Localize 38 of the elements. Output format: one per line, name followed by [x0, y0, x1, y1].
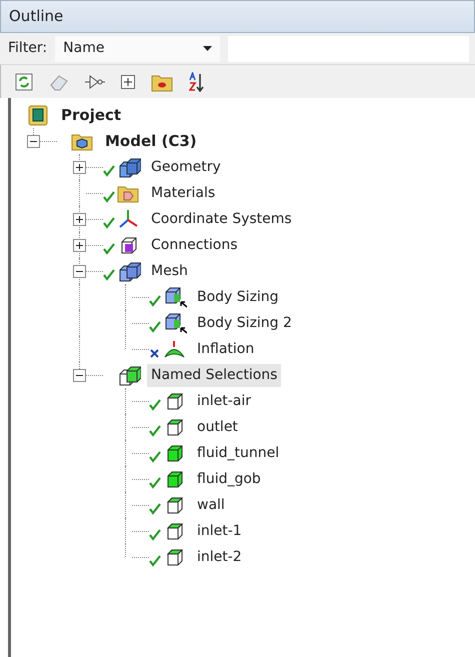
- filter-dropdown[interactable]: Name: [55, 36, 220, 62]
- tree-item[interactable]: Mesh: [147, 260, 192, 282]
- expand-icon[interactable]: [73, 238, 86, 252]
- expand-icon[interactable]: [73, 212, 86, 226]
- tree-item[interactable]: Inflation: [193, 338, 258, 360]
- tree-item[interactable]: Geometry: [147, 156, 225, 178]
- tree-item[interactable]: Project: [57, 102, 126, 128]
- tree-item[interactable]: Materials: [147, 182, 220, 204]
- filter-symbol-icon[interactable]: [85, 74, 105, 90]
- collapse-icon[interactable]: [73, 264, 86, 278]
- tree-item[interactable]: inlet-2: [193, 546, 246, 568]
- filter-label: Filter:: [8, 39, 48, 58]
- cubes-pair-icon: [117, 364, 141, 386]
- sort-icon[interactable]: [189, 72, 205, 92]
- cubes-icon: [117, 156, 141, 178]
- tree-item[interactable]: fluid_tunnel: [193, 442, 284, 464]
- panel-title: Outline: [9, 6, 64, 28]
- tree-item[interactable]: Body Sizing 2: [193, 312, 296, 334]
- cubes-icon: [117, 260, 141, 282]
- dome-icon: [163, 338, 187, 360]
- tree-item[interactable]: fluid_gob: [193, 468, 265, 490]
- tree-item[interactable]: outlet: [193, 416, 242, 438]
- expand-icon[interactable]: [73, 160, 86, 174]
- cube-arrow-icon: [163, 312, 187, 334]
- collapse-icon[interactable]: [27, 134, 40, 148]
- tree-item[interactable]: Connections: [147, 234, 242, 256]
- caret-icon: [203, 46, 212, 51]
- refresh-icon[interactable]: [15, 72, 33, 90]
- collapse-icon[interactable]: [73, 368, 86, 382]
- tree-item[interactable]: inlet-air: [193, 390, 256, 412]
- tree-item[interactable]: wall: [193, 494, 229, 516]
- cube-arrow-icon: [163, 286, 187, 308]
- tree-item[interactable]: Coordinate Systems: [147, 208, 296, 230]
- tree-item[interactable]: Named Selections: [147, 364, 282, 386]
- tree-item[interactable]: Model (C3): [101, 128, 201, 154]
- tree-item[interactable]: Body Sizing: [193, 286, 283, 308]
- expand-all-icon[interactable]: [121, 74, 135, 88]
- tree-item[interactable]: inlet-1: [193, 520, 246, 542]
